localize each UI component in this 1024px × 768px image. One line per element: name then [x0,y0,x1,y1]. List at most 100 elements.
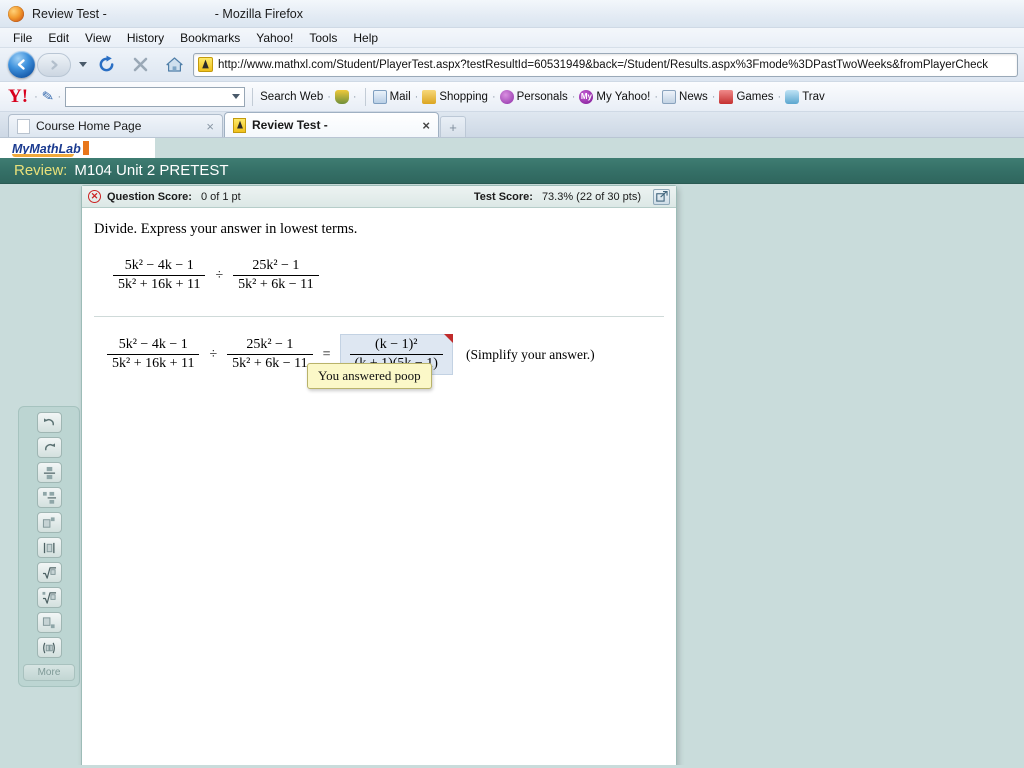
math-palette: More [18,406,80,687]
palette-nth-root-button[interactable] [36,587,62,608]
toolbar-item-games[interactable]: Games [719,89,774,104]
menu-yahoo[interactable]: Yahoo! [249,30,300,46]
stop-button[interactable] [125,51,155,79]
fraction-numerator: 25k² − 1 [252,258,300,273]
news-icon [662,89,677,104]
palette-subscript-button[interactable] [36,612,62,633]
mymathlab-logo-bar: MyMathLab [0,138,155,158]
expand-window-icon[interactable] [653,188,670,205]
mail-icon [372,89,387,104]
simplify-hint: (Simplify your answer.) [465,346,595,362]
palette-fraction-button[interactable] [36,462,62,483]
red-corner-indicator-icon[interactable] [443,334,453,343]
toolbar-separator-2 [364,87,366,106]
back-forward-dropdown-icon[interactable] [79,62,87,67]
window-title-right: - Mozilla Firefox [214,6,304,21]
logo-accent-icon [82,140,89,155]
window-title: Review Test - - Mozilla Firefox [32,7,303,21]
page-title: M104 Unit 2 PRETEST [74,162,229,179]
question-score-value: 0 of 1 pt [200,190,241,203]
toolbar-dot-6: · [491,90,496,103]
home-button[interactable] [159,51,189,79]
palette-undo-button[interactable] [36,412,62,433]
palette-parentheses-button[interactable] [36,637,62,658]
back-button[interactable] [6,51,36,79]
shield-icon[interactable] [334,89,349,104]
tab-course-home-page[interactable]: Course Home Page × [8,114,223,137]
search-web-button[interactable]: Search Web [260,91,323,103]
tab-close-icon[interactable]: × [422,119,430,132]
games-icon [719,89,734,104]
toolbar-dot-1: · [34,90,38,103]
menu-file[interactable]: File [6,30,39,46]
section-divider [94,316,664,317]
reload-icon [99,55,113,72]
tab-strip: Course Home Page × Review Test - × + [0,112,1024,138]
browser-titlebar: Review Test - - Mozilla Firefox [0,0,1024,28]
reload-button[interactable] [91,51,121,79]
divide-operator: ÷ [209,346,218,362]
pencil-icon[interactable]: ✎ [40,87,55,106]
my-yahoo-icon: My [579,89,594,104]
new-tab-button[interactable]: + [440,116,466,137]
logo-swoosh-icon [12,154,74,157]
menu-tools[interactable]: Tools [302,30,344,46]
address-bar[interactable]: http://www.mathxl.com/Student/PlayerTest… [193,52,1018,77]
fraction-numerator: 5k² − 4k − 1 [124,258,194,273]
firefox-icon [233,117,246,133]
toolbar-item-label: Mail [389,90,411,103]
answered-tooltip: You answered poop [307,363,432,389]
toolbar-dot-5: · [414,90,419,103]
toolbar-item-label: My Yahoo! [596,90,651,103]
question-body: Divide. Express your answer in lowest te… [82,208,676,765]
address-bar-text[interactable]: http://www.mathxl.com/Student/PlayerTest… [218,59,988,71]
travel-icon [785,89,800,104]
toolbar-item-my-yahoo[interactable]: My My Yahoo! [579,89,651,104]
answer-fraction-1: 5k² − 4k − 1 5k² + 16k + 11 [107,337,200,372]
firefox-icon [8,5,24,22]
menu-help[interactable]: Help [346,30,385,46]
tab-close-icon[interactable]: × [206,120,214,133]
toolbar-item-shopping[interactable]: Shopping [422,89,488,104]
test-score-value: 73.3% (22 of 30 pts) [541,190,641,203]
toolbar-item-travel[interactable]: Trav [785,89,825,104]
toolbar-separator-1 [252,87,254,106]
tab-label: Course Home Page [36,119,142,133]
toolbar-dot-4: · [352,90,357,103]
fraction-denominator: 5k² + 6k − 11 [233,275,319,293]
forward-button[interactable] [37,52,71,77]
toolbar-item-mail[interactable]: Mail [372,89,411,104]
fraction-denominator: 5k² + 16k + 11 [113,275,206,293]
home-icon [165,57,183,72]
toolbar-item-news[interactable]: News [662,89,708,104]
fraction-denominator: 5k² + 16k + 11 [107,354,200,372]
toolbar-item-personals[interactable]: Personals [499,89,568,104]
tab-review-test[interactable]: Review Test - × [224,112,439,137]
palette-exponent-button[interactable] [36,512,62,533]
menu-bookmarks[interactable]: Bookmarks [173,30,247,46]
palette-more-button[interactable]: More [23,664,75,681]
review-label: Review: [14,162,68,179]
palette-square-root-button[interactable] [36,562,62,583]
palette-mixed-fraction-button[interactable] [36,487,62,508]
search-input[interactable] [65,86,246,107]
search-dropdown-icon[interactable] [232,94,241,99]
search-web-label: Search Web [260,90,324,103]
fraction-numerator: 25k² − 1 [246,337,294,352]
navigation-toolbar: http://www.mathxl.com/Student/PlayerTest… [0,48,1024,82]
fraction-numerator: (k − 1)² [375,337,418,352]
menu-view[interactable]: View [78,30,118,46]
palette-redo-button[interactable] [36,437,62,458]
shopping-bag-icon [422,89,437,104]
palette-absolute-value-button[interactable] [36,537,62,558]
window-title-left: Review Test - [32,6,107,21]
toolbar-dot-2: · [57,90,62,103]
incorrect-x-icon: ✕ [88,190,101,203]
toolbar-dot-3: · [327,90,331,103]
yahoo-logo-icon[interactable]: Y! [6,87,30,106]
question-panel: ✕ Question Score: 0 of 1 pt Test Score: … [81,185,677,765]
menu-edit[interactable]: Edit [41,30,76,46]
equals-operator: = [322,346,331,362]
menu-history[interactable]: History [120,30,171,46]
site-favicon-icon [198,57,213,72]
